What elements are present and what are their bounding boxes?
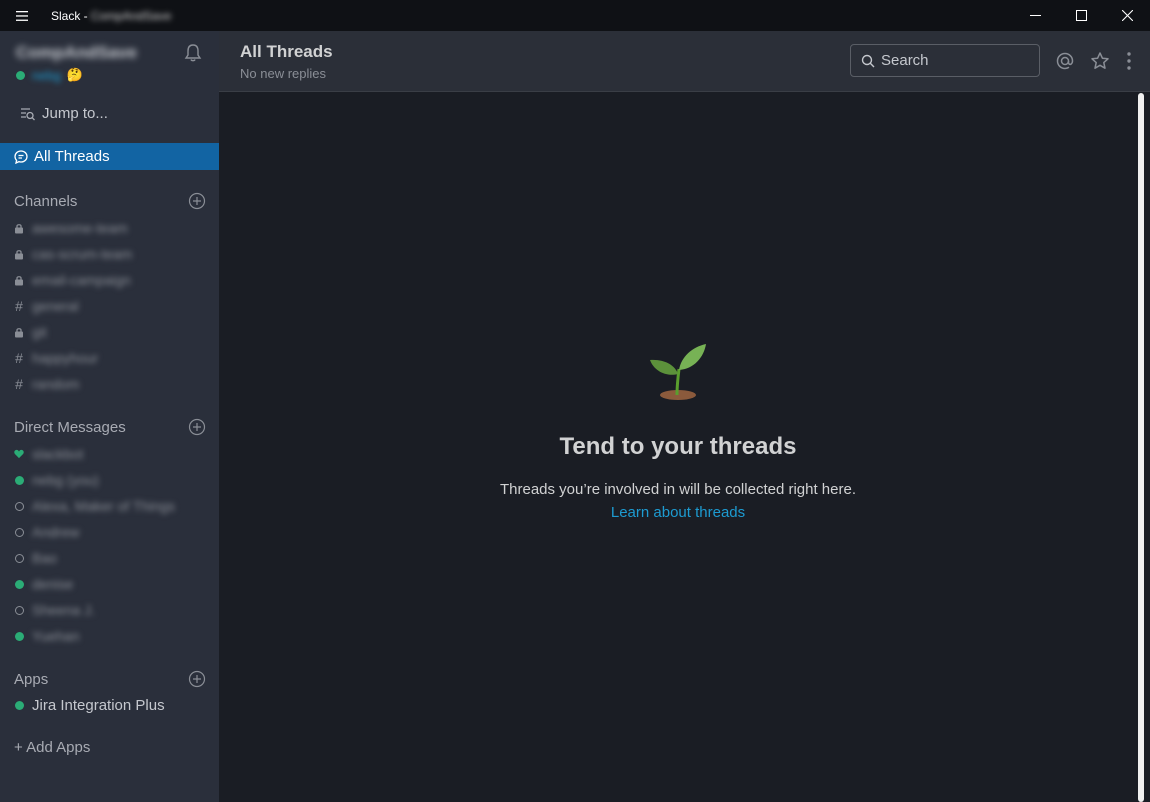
window-title-workspace: CompAndSave	[90, 8, 172, 23]
team-name[interactable]: CompAndSave	[16, 43, 137, 63]
hash-icon: #	[15, 376, 23, 392]
minimize-button[interactable]	[1012, 0, 1058, 31]
mentions-icon[interactable]	[1055, 51, 1075, 76]
learn-about-threads-link[interactable]: Learn about threads	[219, 504, 1137, 521]
maximize-button[interactable]	[1058, 0, 1104, 31]
dm-name: slackbot	[32, 446, 84, 462]
main-pane: All Threads No new replies Search Tend t…	[219, 31, 1150, 802]
channel-name: random	[32, 376, 80, 392]
current-user[interactable]: nebg 🤔	[16, 67, 83, 83]
add-dm-icon[interactable]	[188, 418, 206, 436]
dm-name: Bao	[32, 550, 57, 566]
channels-header-label: Channels	[14, 192, 78, 210]
title-bar: Slack - CompAndSave	[0, 0, 1150, 31]
sidebar-dm-item[interactable]: Bao	[14, 548, 57, 568]
page-title: All Threads	[240, 42, 333, 61]
app-item-jira[interactable]: Jira Integration Plus	[14, 695, 165, 715]
all-threads-label: All Threads	[34, 148, 110, 165]
sidebar-dm-item[interactable]: Andrew	[14, 522, 79, 542]
hash-icon: #	[15, 350, 23, 366]
hamburger-menu-icon[interactable]	[0, 0, 44, 31]
bell-icon[interactable]	[183, 43, 203, 67]
search-placeholder: Search	[881, 52, 929, 69]
lock-icon	[14, 249, 24, 260]
add-app-icon[interactable]	[188, 670, 206, 688]
channel-name: email-campaign	[32, 272, 131, 288]
empty-state-description: Threads you’re involved in will be colle…	[499, 481, 856, 498]
dm-name: nebg (you)	[32, 472, 99, 488]
sidebar: CompAndSave nebg 🤔 Jump to... All Thread…	[0, 31, 219, 802]
sidebar-channel-item[interactable]: # general	[14, 296, 79, 316]
online-status-icon	[14, 631, 24, 641]
jump-to-label: Jump to...	[42, 105, 108, 122]
threads-icon	[14, 149, 28, 164]
sidebar-item-all-threads[interactable]: All Threads	[0, 143, 219, 170]
away-status-icon	[14, 527, 24, 537]
away-status-icon	[14, 501, 24, 511]
lock-icon	[14, 275, 24, 286]
online-status-icon	[16, 70, 25, 80]
sidebar-channel-item[interactable]: git	[14, 322, 47, 342]
lock-icon	[14, 223, 24, 234]
apps-header-label: Apps	[14, 670, 49, 688]
empty-state-title: Tend to your threads	[559, 433, 797, 460]
sidebar-dm-item[interactable]: Sheena J.	[14, 600, 95, 620]
dm-section-header[interactable]: Direct Messages	[14, 418, 206, 436]
jump-to-icon	[21, 107, 35, 120]
app-item-label: Jira Integration Plus	[32, 696, 165, 714]
sidebar-channel-item[interactable]: cas-scrum-team	[14, 244, 132, 264]
online-status-icon	[14, 475, 24, 485]
close-button[interactable]	[1104, 0, 1150, 31]
away-status-icon	[14, 605, 24, 615]
hash-icon: #	[15, 298, 23, 314]
current-user-name: nebg	[32, 67, 61, 83]
sidebar-dm-item[interactable]: nebg (you)	[14, 470, 99, 490]
dm-name: Yuehan	[32, 628, 80, 644]
sidebar-dm-item[interactable]: Alexa, Maker of Things	[14, 496, 175, 516]
dm-name: Sheena J.	[32, 602, 96, 618]
search-input[interactable]: Search	[850, 44, 1040, 77]
add-channel-icon[interactable]	[188, 192, 206, 210]
channel-name: happyhour	[32, 350, 99, 366]
sidebar-channel-item[interactable]: # happyhour	[14, 348, 98, 368]
channel-header: All Threads No new replies Search	[219, 31, 1150, 92]
dm-name: denise	[32, 576, 74, 592]
channels-section-header[interactable]: Channels	[14, 192, 206, 210]
seedling-icon	[650, 344, 706, 400]
heart-icon	[14, 449, 24, 459]
apps-section-header[interactable]: Apps	[14, 670, 206, 688]
more-options-icon[interactable]	[1125, 51, 1133, 76]
online-status-icon	[14, 700, 24, 710]
lock-icon	[14, 327, 24, 338]
channel-name: cas-scrum-team	[32, 246, 133, 262]
dm-name: Alexa, Maker of Things	[32, 498, 175, 514]
dm-name: Andrew	[32, 524, 80, 540]
online-status-icon	[14, 579, 24, 589]
window-title: Slack -	[51, 8, 88, 23]
sidebar-channel-item[interactable]: # random	[14, 374, 79, 394]
add-apps-button[interactable]: + Add Apps	[14, 739, 90, 756]
jump-to-button[interactable]: Jump to...	[20, 105, 108, 122]
sidebar-dm-item[interactable]: Yuehan	[14, 626, 80, 646]
channel-name: git	[32, 324, 47, 340]
away-status-icon	[14, 553, 24, 563]
dm-header-label: Direct Messages	[14, 418, 126, 436]
empty-state: Tend to your threads Threads you’re invo…	[219, 341, 1137, 521]
channel-name: awesome-team	[32, 220, 128, 236]
status-emoji-icon: 🤔	[66, 67, 84, 82]
scrollbar[interactable]	[1138, 93, 1144, 802]
sidebar-dm-item[interactable]: slackbot	[14, 444, 83, 464]
channel-name: general	[32, 298, 79, 314]
sidebar-dm-item[interactable]: denise	[14, 574, 73, 594]
page-subtitle: No new replies	[240, 66, 326, 81]
sidebar-channel-item[interactable]: awesome-team	[14, 218, 128, 238]
star-icon[interactable]	[1090, 51, 1110, 76]
search-icon	[861, 54, 875, 67]
sidebar-channel-item[interactable]: email-campaign	[14, 270, 131, 290]
